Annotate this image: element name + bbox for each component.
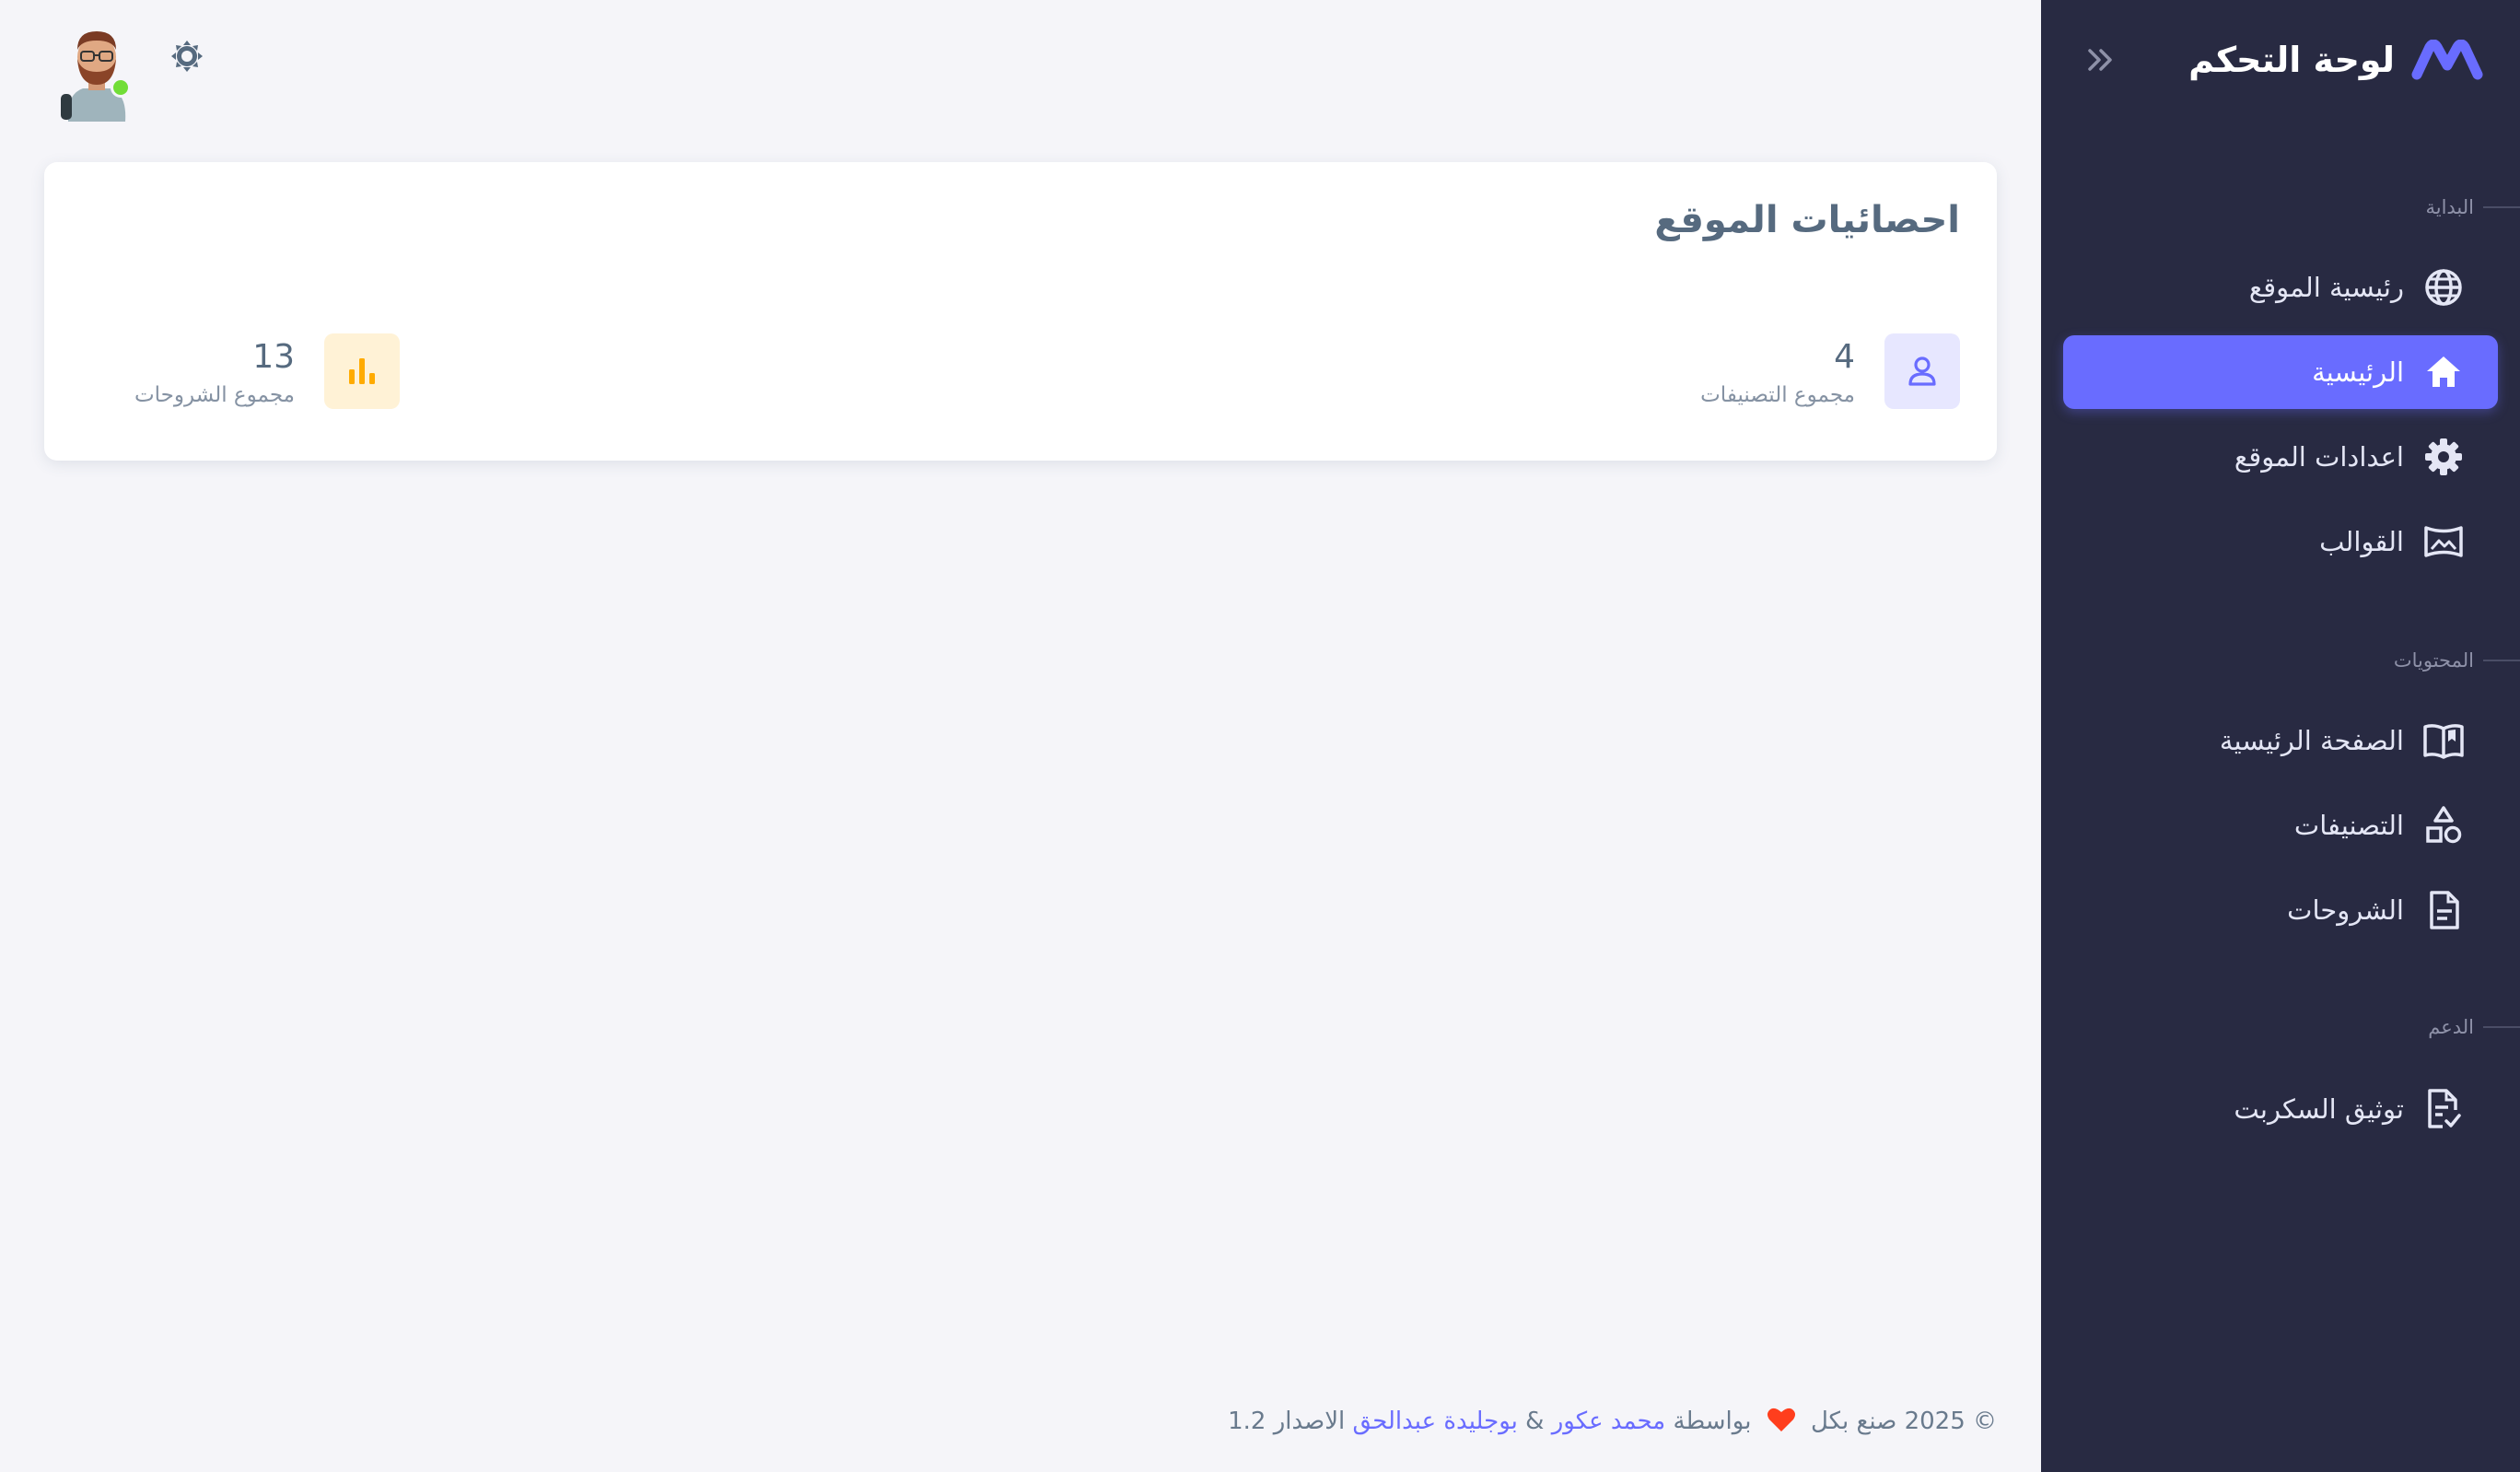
footer-by: بواسطة: [1673, 1408, 1752, 1435]
menu-header-label: الدعم: [2428, 1016, 2474, 1038]
shapes-icon: [2422, 804, 2465, 847]
card-title: احصائيات الموقع: [1654, 199, 1960, 241]
user-avatar-illustration: [61, 31, 126, 122]
sidebar-item-label: الشروحات: [2287, 894, 2404, 926]
sidebar-item-label: الصفحة الرئيسية: [2219, 725, 2404, 756]
sidebar-item-label: رئيسية الموقع: [2248, 272, 2404, 303]
menu-header-label: البداية: [2425, 196, 2474, 218]
document-check-icon: [2422, 1088, 2465, 1130]
footer-author-link[interactable]: محمد عكور: [1552, 1408, 1666, 1435]
footer-version: الاصدار 1.2: [1228, 1408, 1346, 1435]
online-status-indicator: [111, 77, 131, 98]
menu-header-start: البداية: [2041, 193, 2520, 221]
avatar[interactable]: [59, 22, 134, 122]
menu-header-contents: المحتويات: [2041, 647, 2520, 674]
sidebar-item-label: اعدادات الموقع: [2234, 441, 2404, 473]
stat-categories: 4 مجموع التصنيفات: [1700, 333, 1960, 409]
book-open-icon: [2422, 719, 2465, 762]
footer-author-link[interactable]: بوجليدة عبدالحق: [1353, 1408, 1518, 1435]
image-frame-icon: [2422, 520, 2465, 563]
divider: [2483, 1026, 2520, 1028]
menu-header-support: الدعم: [2041, 1013, 2520, 1041]
brand-title[interactable]: لوحة التحكم: [2188, 40, 2395, 80]
menu-header-label: المحتويات: [2393, 649, 2474, 672]
footer-ampersand: &: [1525, 1408, 1545, 1435]
stat-value: 4: [1834, 338, 1855, 376]
divider: [2483, 660, 2520, 661]
bar-chart-icon: [324, 333, 400, 409]
home-icon: [2422, 351, 2465, 393]
document-icon: [2422, 889, 2465, 931]
sidebar-item-home-page[interactable]: الصفحة الرئيسية: [2063, 704, 2498, 777]
sun-icon: [171, 41, 203, 72]
sidebar: لوحة التحكم البداية رئيسية الموقع الرئيس…: [2041, 0, 2520, 1472]
sidebar-item-dashboard[interactable]: الرئيسية: [2063, 335, 2498, 409]
stat-label: مجموع الشروحات: [134, 383, 295, 407]
stat-tutorials: 13 مجموع الشروحات: [134, 333, 400, 409]
sidebar-item-tutorials[interactable]: الشروحات: [2063, 873, 2498, 947]
sidebar-item-label: التصنيفات: [2293, 810, 2404, 841]
m-logo-icon[interactable]: [2411, 38, 2483, 82]
sidebar-item-categories[interactable]: التصنيفات: [2063, 789, 2498, 862]
sidebar-item-templates[interactable]: القوالب: [2063, 505, 2498, 578]
stat-value: 13: [252, 338, 295, 376]
stats-card: احصائيات الموقع 4 مجموع التصنيفات 13 مجم…: [44, 162, 1997, 461]
stat-text: 13 مجموع الشروحات: [134, 335, 295, 407]
theme-toggle-button[interactable]: [168, 37, 206, 76]
sidebar-item-site-settings[interactable]: اعدادات الموقع: [2063, 420, 2498, 494]
sidebar-item-script-docs[interactable]: توثيق السكربت: [2063, 1072, 2498, 1146]
sidebar-item-site-home[interactable]: رئيسية الموقع: [2063, 251, 2498, 324]
sidebar-item-label: الرئيسية: [2312, 356, 2404, 388]
footer: © 2025 صنع بكل بواسطة محمد عكور & بوجليد…: [44, 1407, 1997, 1439]
sidebar-item-label: توثيق السكربت: [2234, 1093, 2404, 1125]
stat-text: 4 مجموع التصنيفات: [1700, 335, 1855, 407]
collapse-sidebar-button[interactable]: [2078, 37, 2124, 83]
globe-icon: [2422, 266, 2465, 309]
footer-copyright: © 2025 صنع بكل: [1810, 1408, 1997, 1435]
stat-label: مجموع التصنيفات: [1700, 383, 1855, 407]
divider: [2483, 206, 2520, 208]
chevrons-right-icon: [2088, 49, 2112, 71]
gear-icon: [2422, 436, 2465, 478]
brand: لوحة التحكم: [2078, 28, 2483, 92]
sidebar-item-label: القوالب: [2319, 526, 2404, 557]
heart-icon: [1767, 1407, 1796, 1439]
user-icon: [1884, 333, 1960, 409]
